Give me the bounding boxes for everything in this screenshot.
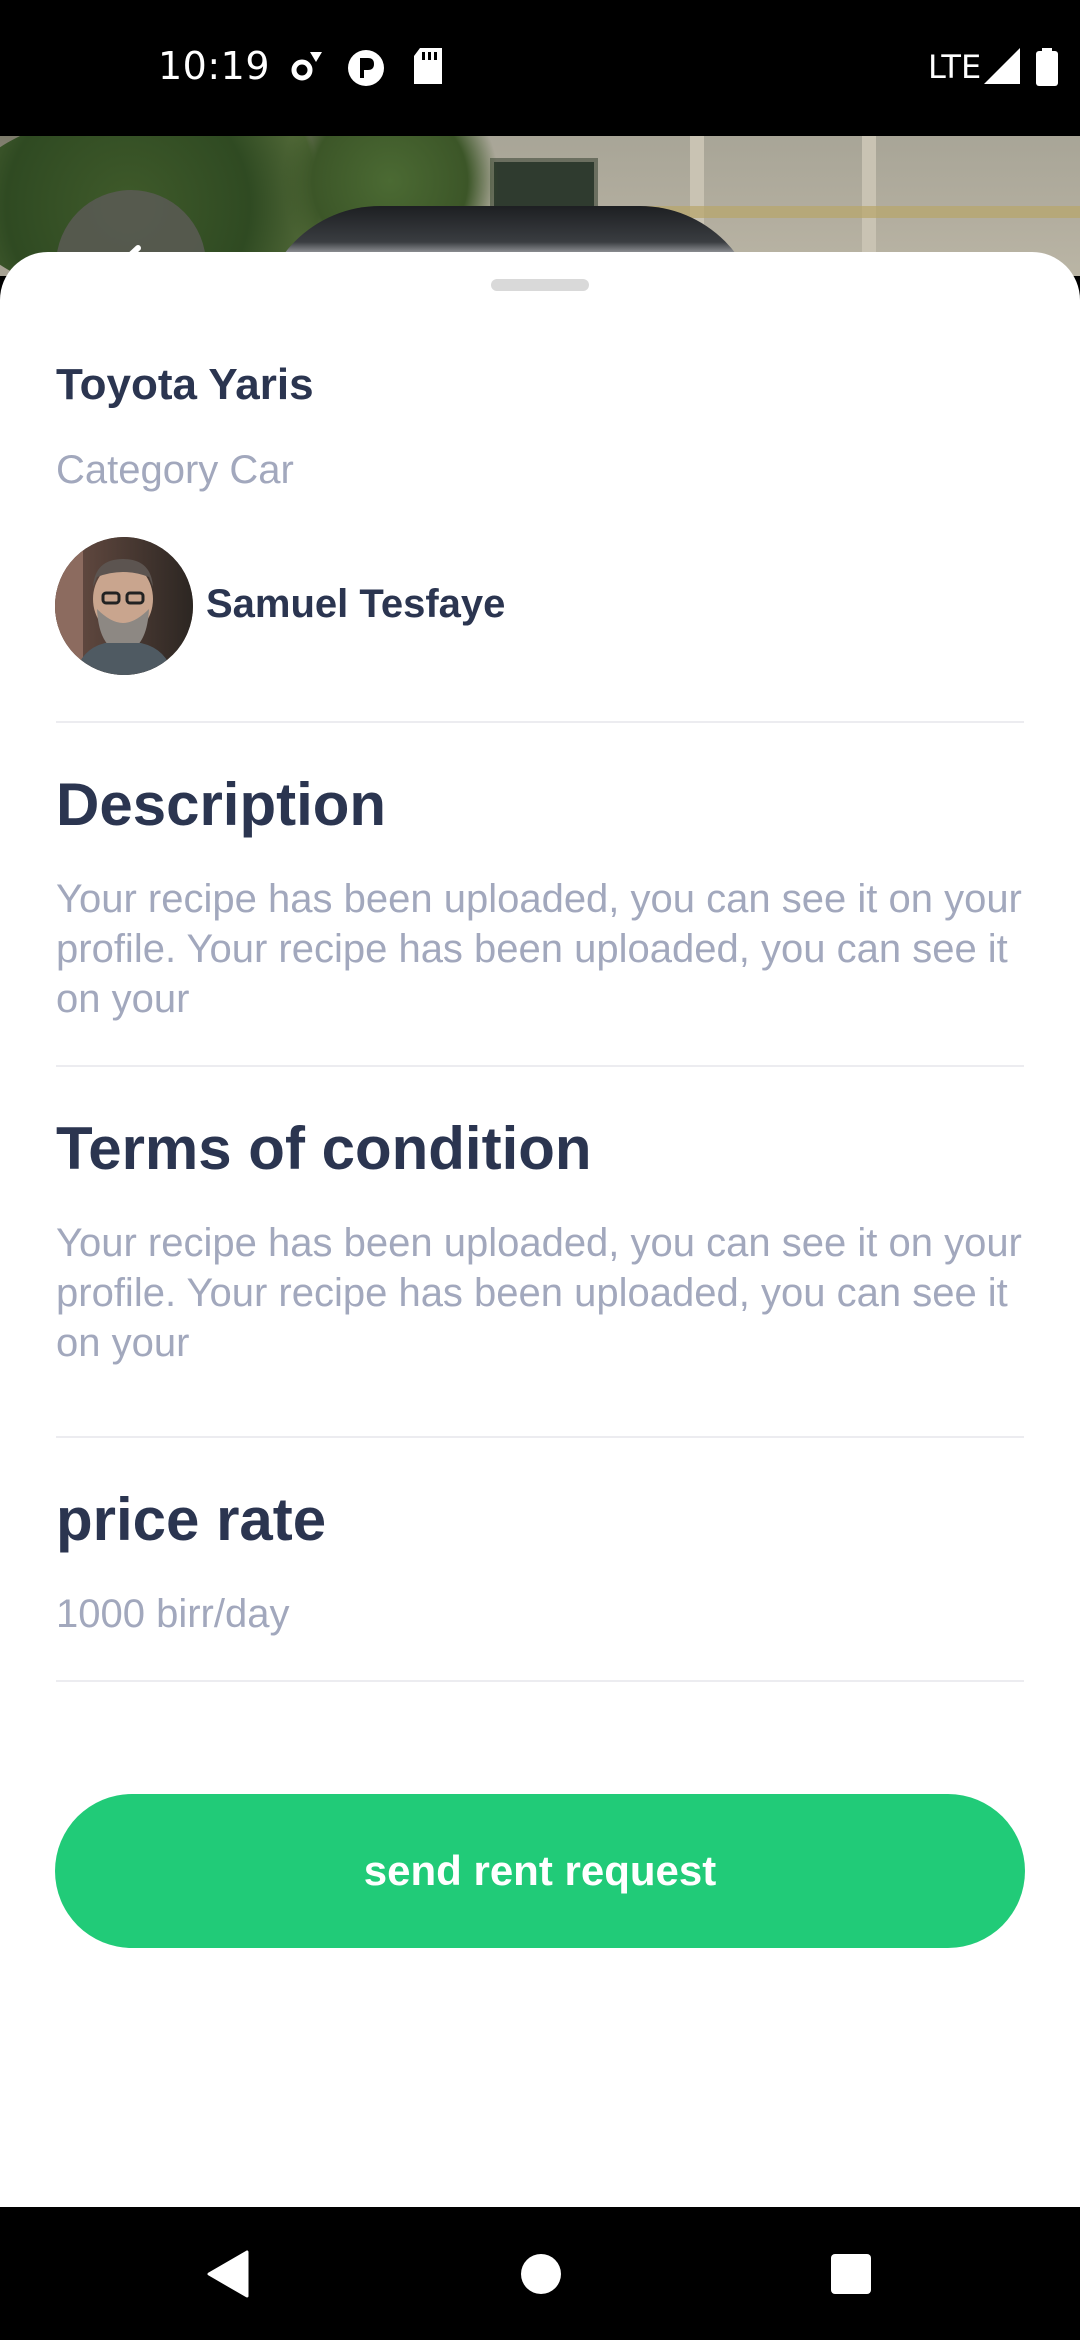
pocket-icon [346, 48, 386, 93]
battery-icon [1036, 48, 1058, 91]
nav-recents-button[interactable] [784, 2207, 917, 2340]
send-rent-request-button[interactable]: send rent request [55, 1794, 1025, 1948]
nav-back-button[interactable] [160, 2207, 293, 2340]
divider [56, 1065, 1024, 1067]
system-nav-bar [0, 2207, 1080, 2340]
description-text: Your recipe has been uploaded, you can s… [56, 877, 1022, 1021]
home-circle-icon [520, 2253, 561, 2294]
price-title: price rate [56, 1486, 327, 1553]
status-bar: 10:19 LTE [0, 0, 1080, 136]
sd-card-icon [412, 48, 444, 91]
settings-icon [286, 48, 326, 93]
terms-text: Your recipe has been uploaded, you can s… [56, 1221, 1022, 1365]
price-value: 1000 birr/day [56, 1592, 290, 1636]
owner-avatar[interactable] [55, 537, 193, 675]
drag-handle[interactable] [491, 279, 589, 291]
car-category: Category Car [56, 448, 294, 492]
divider [56, 721, 1024, 723]
owner-name[interactable]: Samuel Tesfaye [206, 582, 505, 627]
signal-icon [984, 48, 1020, 89]
network-type: LTE [928, 48, 982, 86]
divider [56, 1436, 1024, 1438]
back-triangle-icon [207, 2250, 248, 2297]
terms-title: Terms of condition [56, 1115, 592, 1182]
status-time: 10:19 [158, 44, 271, 88]
description-title: Description [56, 771, 387, 838]
recents-square-icon [830, 2253, 871, 2294]
details-sheet: Toyota Yaris Category Car Samuel Tesfaye… [0, 252, 1080, 2207]
divider [56, 1680, 1024, 1682]
car-title: Toyota Yaris [56, 360, 314, 409]
nav-home-button[interactable] [474, 2207, 607, 2340]
